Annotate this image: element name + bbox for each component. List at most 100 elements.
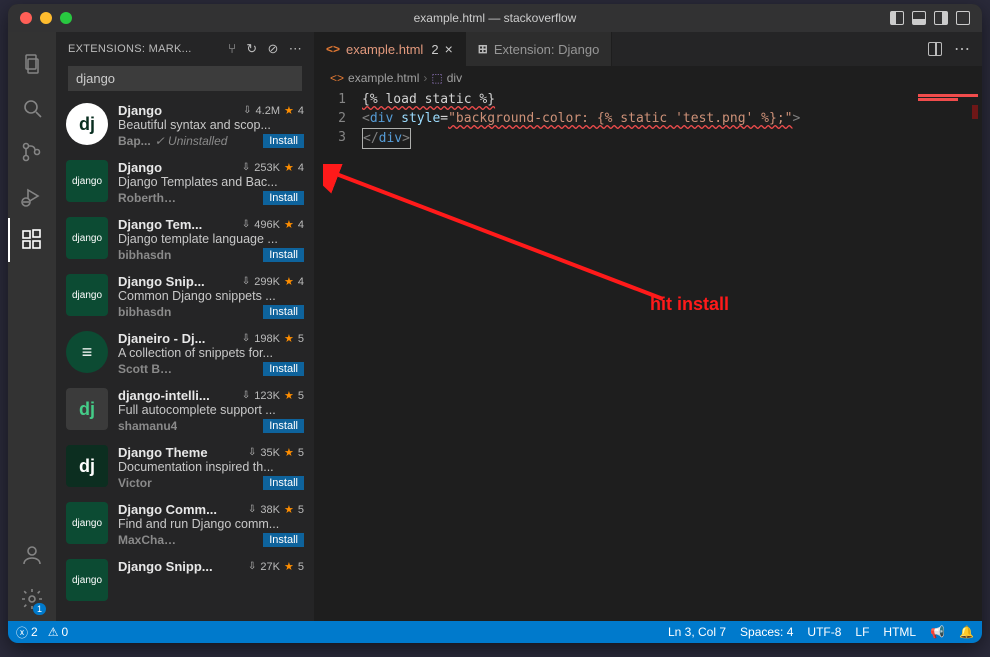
download-icon: ⇩: [248, 561, 256, 572]
rating: 5: [298, 390, 304, 402]
close-tab-icon[interactable]: ×: [445, 41, 453, 57]
download-count: 4.2M: [256, 105, 280, 117]
extension-item[interactable]: djdjango-intelli...⇩ 123K ★ 5Full autoco…: [56, 382, 314, 439]
extension-name: Django: [118, 160, 162, 175]
maximize-window-icon[interactable]: [60, 12, 72, 24]
rating: 4: [298, 105, 304, 117]
more-actions-icon[interactable]: ⋯: [954, 39, 970, 59]
toggle-secondary-sidebar-icon[interactable]: [934, 11, 948, 25]
warning-icon: ⚠: [48, 625, 59, 639]
window-controls: [20, 12, 72, 24]
breadcrumb-node[interactable]: div: [447, 71, 462, 85]
extension-icon: django: [66, 559, 108, 601]
install-button[interactable]: Install: [263, 305, 304, 319]
split-editor-icon[interactable]: [928, 42, 942, 56]
sidebar-header: EXTENSIONS: MARK... ⑂ ↻ ⊘ ⋯: [56, 32, 314, 66]
install-button[interactable]: Install: [263, 476, 304, 490]
toggle-panel-icon[interactable]: [912, 11, 926, 25]
extension-item[interactable]: djangoDjango Snip...⇩ 299K ★ 4Common Dja…: [56, 268, 314, 325]
extension-description: Common Django snippets ...: [118, 289, 304, 303]
editor-tabs: <> example.html 2 × ⊞ Extension: Django …: [314, 32, 982, 66]
status-errors[interactable]: ⓧ2: [16, 624, 38, 641]
customize-layout-icon[interactable]: [956, 11, 970, 25]
titlebar[interactable]: example.html — stackoverflow: [8, 4, 982, 32]
settings-badge: 1: [33, 603, 46, 615]
download-icon: ⇩: [243, 105, 251, 116]
code-line-3: </div>: [362, 128, 982, 147]
tab-extension-django[interactable]: ⊞ Extension: Django: [466, 32, 613, 66]
extensions-sidebar: EXTENSIONS: MARK... ⑂ ↻ ⊘ ⋯ djDjango⇩ 4.…: [56, 32, 314, 621]
explorer-icon[interactable]: [8, 42, 56, 86]
rating: 5: [298, 561, 304, 573]
status-encoding[interactable]: UTF-8: [807, 625, 841, 639]
download-count: 253K: [254, 162, 280, 174]
extension-item[interactable]: djangoDjango Tem...⇩ 496K ★ 4Django temp…: [56, 211, 314, 268]
close-window-icon[interactable]: [20, 12, 32, 24]
feedback-icon[interactable]: 📢: [930, 625, 945, 639]
status-cursor-position[interactable]: Ln 3, Col 7: [668, 625, 726, 639]
code-line-1: {% load static %}: [362, 92, 495, 107]
download-icon: ⇩: [242, 276, 250, 287]
download-icon: ⇩: [242, 219, 250, 230]
html-file-icon: <>: [326, 42, 340, 56]
status-warnings[interactable]: ⚠0: [48, 625, 68, 639]
tab-example-html[interactable]: <> example.html 2 ×: [314, 32, 466, 66]
install-button[interactable]: Install: [263, 191, 304, 205]
run-debug-icon[interactable]: [8, 174, 56, 218]
extension-description: Django Templates and Bac...: [118, 175, 304, 189]
extension-description: Django template language ...: [118, 232, 304, 246]
accounts-icon[interactable]: [8, 533, 56, 577]
minimize-window-icon[interactable]: [40, 12, 52, 24]
vscode-window: example.html — stackoverflow: [8, 4, 982, 643]
download-count: 35K: [260, 447, 280, 459]
extension-item[interactable]: djangoDjango⇩ 253K ★ 4Django Templates a…: [56, 154, 314, 211]
error-icon: ⓧ: [16, 624, 28, 641]
toggle-primary-sidebar-icon[interactable]: [890, 11, 904, 25]
notifications-icon[interactable]: 🔔: [959, 625, 974, 639]
install-button[interactable]: Install: [263, 362, 304, 376]
extensions-list[interactable]: djDjango⇩ 4.2M ★ 4Beautiful syntax and s…: [56, 97, 314, 621]
download-icon: ⇩: [248, 504, 256, 515]
extension-name: Django Snipp...: [118, 559, 213, 574]
extension-description: A collection of snippets for...: [118, 346, 304, 360]
extensions-icon[interactable]: [8, 218, 56, 262]
minimap[interactable]: [918, 94, 978, 119]
code-editor[interactable]: 1 2 3 {% load static %} <div style="back…: [314, 90, 982, 621]
extension-publisher: Roberth Solis: [118, 191, 178, 205]
extension-description: Find and run Django comm...: [118, 517, 304, 531]
install-button[interactable]: Install: [263, 533, 304, 547]
extension-item[interactable]: djangoDjango Comm...⇩ 38K ★ 5Find and ru…: [56, 496, 314, 553]
status-indentation[interactable]: Spaces: 4: [740, 625, 793, 639]
extension-icon: ≡: [66, 331, 108, 373]
extension-publisher: Scott Barkman: [118, 362, 178, 376]
breadcrumb-file[interactable]: example.html: [348, 71, 419, 85]
install-button[interactable]: Install: [263, 134, 304, 148]
extension-item[interactable]: djangoDjango Snipp...⇩ 27K ★ 5: [56, 553, 314, 607]
settings-gear-icon[interactable]: 1: [8, 577, 56, 621]
source-control-icon[interactable]: [8, 130, 56, 174]
extension-search-input[interactable]: [68, 66, 302, 91]
filter-icon[interactable]: ⑂: [228, 41, 236, 57]
search-icon[interactable]: [8, 86, 56, 130]
tab-modified-indicator: 2: [431, 42, 438, 57]
annotation-text: hit install: [650, 294, 729, 315]
download-count: 299K: [254, 276, 280, 288]
extension-item[interactable]: ≡Djaneiro - Dj...⇩ 198K ★ 5A collection …: [56, 325, 314, 382]
element-icon: ⬚: [431, 71, 442, 85]
status-eol[interactable]: LF: [855, 625, 869, 639]
extension-item[interactable]: djDjango Theme⇩ 35K ★ 5Documentation ins…: [56, 439, 314, 496]
breadcrumbs[interactable]: <> example.html › ⬚ div: [314, 66, 982, 90]
status-bar: ⓧ2 ⚠0 Ln 3, Col 7 Spaces: 4 UTF-8 LF HTM…: [8, 621, 982, 643]
window-title: example.html — stackoverflow: [8, 11, 982, 25]
download-count: 38K: [260, 504, 280, 516]
refresh-icon[interactable]: ↻: [246, 41, 257, 57]
more-icon[interactable]: ⋯: [289, 41, 302, 57]
status-language[interactable]: HTML: [883, 625, 916, 639]
clear-icon[interactable]: ⊘: [267, 41, 278, 57]
extension-publisher: bibhasdn: [118, 305, 171, 319]
install-button[interactable]: Install: [263, 419, 304, 433]
extension-name: Django Snip...: [118, 274, 205, 289]
extension-item[interactable]: djDjango⇩ 4.2M ★ 4Beautiful syntax and s…: [56, 97, 314, 154]
install-button[interactable]: Install: [263, 248, 304, 262]
rating: 4: [298, 162, 304, 174]
